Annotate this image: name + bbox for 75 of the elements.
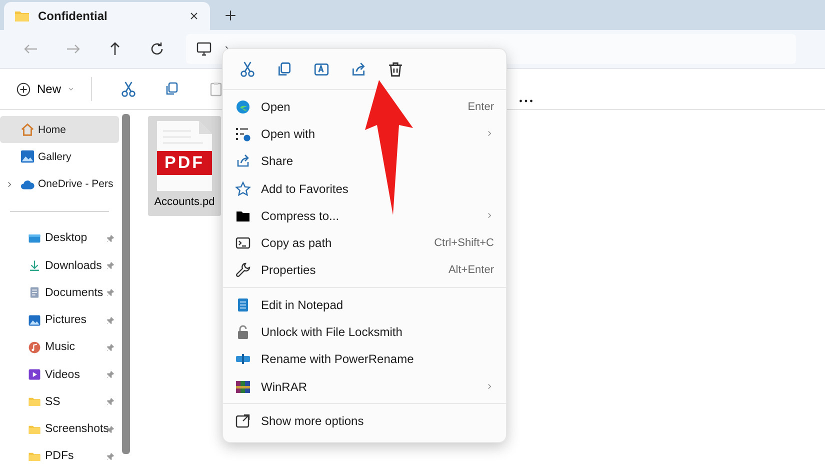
file-item[interactable]: PDF Accounts.pd [148,116,221,216]
menu-item[interactable]: Compress to... [223,202,506,230]
monitor-icon [28,232,41,245]
menu-item[interactable]: Open with [223,120,506,148]
plus-circle-icon [16,82,31,96]
shortcut-label: Ctrl+Shift+C [434,237,494,250]
folder-tab[interactable]: Confidential [4,2,210,30]
cut-icon [238,60,256,78]
shortcut-label: Alt+Enter [448,264,494,276]
close-icon [188,10,200,22]
books-icon [235,378,251,395]
pin-icon [106,288,115,298]
tab-title: Confidential [38,9,108,23]
file-name: Accounts.pd [154,196,215,208]
sidebar-item[interactable]: Screenshots [0,416,119,443]
sidebar-item[interactable]: Gallery [0,143,119,170]
photo-icon [28,314,41,327]
pdf-file-icon [157,121,212,191]
menu-item[interactable]: Properties Alt+Enter [223,256,506,284]
globe-icon [235,98,251,115]
copy-icon [164,81,180,97]
dropdown-caret-icon [67,85,76,93]
app-list-icon [235,126,251,142]
pin-icon [106,397,115,406]
menu-item[interactable]: Unlock with File Locksmith [223,318,506,346]
menu-item[interactable]: Show more options [223,407,506,435]
file-type-label: PDF [164,152,206,174]
delete-icon [386,60,404,78]
plus-icon [224,8,237,22]
folder-icon [28,395,41,408]
video-icon [28,368,41,382]
monitor-icon [196,41,212,57]
menu-item[interactable]: Share [223,148,506,175]
sidebar-item[interactable]: Videos [0,361,119,388]
menu-item[interactable]: Copy as path Ctrl+Shift+C [223,229,506,257]
menu-item[interactable]: Add to Favorites [223,174,506,202]
refresh-icon [149,41,165,57]
sidebar-item[interactable]: Pictures [0,306,119,334]
share-icon [350,60,366,78]
notepad-icon [235,296,251,313]
wrench-icon [235,262,251,278]
pin-icon [106,370,115,379]
rename-icon [312,60,330,78]
padlock-icon [235,324,251,340]
copy-icon [276,60,292,78]
menu-item[interactable]: WinRAR [223,372,506,400]
pin-icon [106,342,115,352]
document-icon [28,286,41,300]
home-icon [20,122,35,138]
pin-icon [106,261,115,270]
download-icon [28,259,41,272]
sidebar-item[interactable]: Home [0,116,119,144]
cut-icon [120,80,137,98]
menu-item[interactable]: Rename with PowerRename [223,346,506,373]
star-icon [235,180,251,197]
shortcut-label: Enter [468,100,494,113]
new-button[interactable]: New [10,78,82,100]
pin-icon [106,316,115,324]
menu-item[interactable]: Open Enter [223,93,506,120]
sidebar-item[interactable]: Desktop [0,224,119,252]
photo-icon [20,149,35,164]
share-icon [235,153,251,170]
menu-item[interactable]: Edit in Notepad [223,291,506,318]
sidebar-item[interactable]: SS [0,388,119,416]
scrollbar[interactable] [122,114,130,454]
expand-window-icon [235,412,251,429]
terminal-icon [235,235,251,252]
sidebar-item[interactable]: Downloads [0,252,119,280]
pin-icon [106,234,115,243]
sidebar-item[interactable]: Documents [0,279,119,306]
sidebar-item[interactable]: PDFs [0,442,119,469]
sidebar-item[interactable]: OneDrive - Pers [0,170,119,198]
sidebar-item[interactable]: Music [0,334,119,361]
music-icon [28,340,41,354]
pin-icon [106,452,115,461]
